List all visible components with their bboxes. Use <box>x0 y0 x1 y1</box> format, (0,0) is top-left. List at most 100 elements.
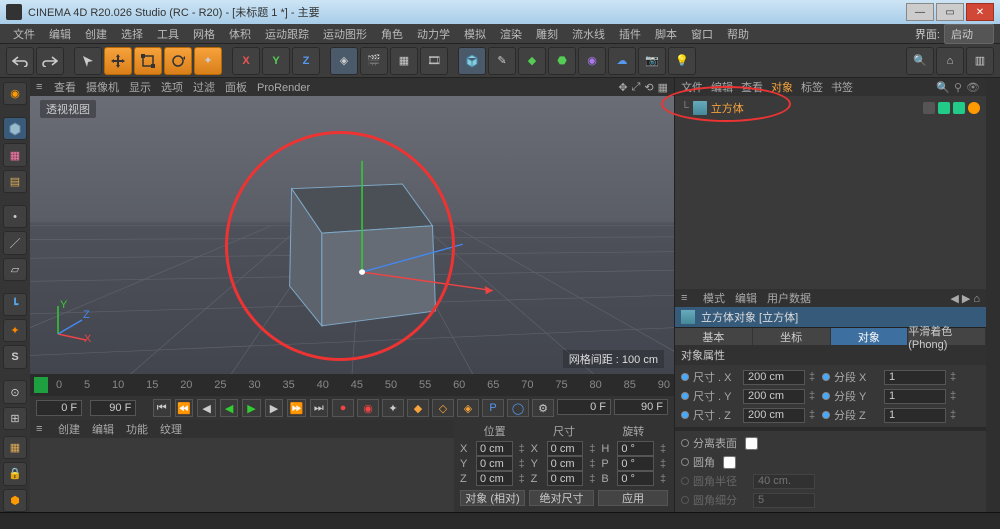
axis-mode[interactable]: ┗ <box>3 293 27 316</box>
menu-雕刻[interactable]: 雕刻 <box>529 24 565 44</box>
attrtab-编辑[interactable]: 编辑 <box>735 293 757 305</box>
field-分段 Z[interactable]: 1 <box>884 408 946 423</box>
pos-Y[interactable]: 0 cm <box>476 456 513 471</box>
maximize-button[interactable]: ▭ <box>936 3 964 21</box>
panel-toggle[interactable]: ▥ <box>966 47 994 75</box>
subtab-坐标[interactable]: 坐标 <box>753 328 831 345</box>
snap-toggle[interactable]: ⊙ <box>3 380 27 403</box>
range-start[interactable]: 0 F <box>36 400 82 416</box>
size-X[interactable]: 0 cm <box>547 441 584 456</box>
menu-窗口[interactable]: 窗口 <box>684 24 720 44</box>
key-param[interactable]: P <box>482 399 504 417</box>
menu-运动图形[interactable]: 运动图形 <box>316 24 374 44</box>
pos-X[interactable]: 0 cm <box>476 441 513 456</box>
range-end[interactable]: 90 F <box>90 400 136 416</box>
workplane-mode[interactable]: ▤ <box>3 170 27 193</box>
key-pla[interactable]: ◯ <box>507 399 529 417</box>
objtab-书签[interactable]: 书签 <box>831 82 853 94</box>
timeline-ruler[interactable]: 051015202530354045505560657075808590 <box>30 374 674 396</box>
viewport-nav-icon[interactable]: ✥ <box>618 81 627 94</box>
param-dot[interactable] <box>822 392 830 400</box>
home-icon[interactable]: ⌂ <box>936 47 964 75</box>
prev-frame[interactable]: ◀ <box>197 399 215 417</box>
menu-模拟[interactable]: 模拟 <box>457 24 493 44</box>
point-mode[interactable]: • <box>3 205 27 228</box>
current-frame[interactable]: 0 F <box>557 399 611 415</box>
material-tab-创建[interactable]: 创建 <box>58 424 80 436</box>
scale-tool[interactable] <box>134 47 162 75</box>
select-tool[interactable] <box>74 47 102 75</box>
param-dot[interactable] <box>681 411 689 419</box>
generator-tool[interactable]: ⬣ <box>548 47 576 75</box>
redo-button[interactable] <box>36 47 64 75</box>
tweak-mode[interactable]: ✦ <box>3 319 27 342</box>
subtab-平滑着色(Phong)[interactable]: 平滑着色(Phong) <box>908 328 986 345</box>
light-tool[interactable]: 💡 <box>668 47 696 75</box>
coord-system[interactable]: ◈ <box>330 47 358 75</box>
menu-编辑[interactable]: 编辑 <box>42 24 78 44</box>
render-view[interactable]: 🎬 <box>360 47 388 75</box>
search-icon[interactable]: 🔍 <box>906 47 934 75</box>
deformer-tool[interactable]: ◉ <box>578 47 606 75</box>
search-icon[interactable]: 🔍 <box>936 81 950 94</box>
key-rot[interactable]: ◈ <box>457 399 479 417</box>
viewport-solo[interactable]: S <box>3 345 27 368</box>
menu-帮助[interactable]: 帮助 <box>720 24 756 44</box>
menu-角色[interactable]: 角色 <box>374 24 410 44</box>
rotate-tool[interactable] <box>164 47 192 75</box>
material-tab-纹理[interactable]: 纹理 <box>160 424 182 436</box>
snap-settings[interactable]: ⊞ <box>3 407 27 430</box>
object-tree[interactable]: └ 立方体 <box>675 96 986 289</box>
material-tab-功能[interactable]: 功能 <box>126 424 148 436</box>
viewport-zoom-icon[interactable]: ⤢ <box>632 81 641 94</box>
menu-脚本[interactable]: 脚本 <box>648 24 684 44</box>
apply-button[interactable]: 应用 <box>598 490 668 506</box>
pos-Z[interactable]: 0 cm <box>476 471 513 486</box>
polygon-mode[interactable]: ▱ <box>3 258 27 281</box>
menu-动力学[interactable]: 动力学 <box>410 24 457 44</box>
attrtab-模式[interactable]: 模式 <box>703 293 725 305</box>
viewtab-摄像机[interactable]: 摄像机 <box>86 82 119 94</box>
param-dot[interactable] <box>681 392 689 400</box>
play-forward[interactable]: ▶ <box>242 399 260 417</box>
viewport-layout-icon[interactable]: ▦ <box>658 81 668 94</box>
menu-工具[interactable]: 工具 <box>150 24 186 44</box>
material-tab-编辑[interactable]: 编辑 <box>92 424 114 436</box>
menu-流水线[interactable]: 流水线 <box>565 24 612 44</box>
content-browser[interactable]: ⬢ <box>3 489 27 512</box>
viewtab-ProRender[interactable]: ProRender <box>257 82 310 94</box>
viewtab-选项[interactable]: 选项 <box>161 82 183 94</box>
play-back[interactable]: ◀ <box>220 399 238 417</box>
key-options[interactable]: ⚙ <box>532 399 554 417</box>
goto-start[interactable]: ⏮ <box>153 399 171 417</box>
field-分段 X[interactable]: 1 <box>884 370 946 385</box>
param-dot[interactable] <box>681 458 689 466</box>
end-frame-2[interactable]: 90 F <box>614 399 668 415</box>
key-sel[interactable]: ✦ <box>382 399 404 417</box>
eye-icon[interactable]: 👁 <box>966 81 980 94</box>
make-editable[interactable]: ◉ <box>3 82 27 105</box>
param-dot[interactable] <box>681 373 689 381</box>
goto-end[interactable]: ⏭ <box>310 399 328 417</box>
prev-key[interactable]: ⏪ <box>175 399 193 417</box>
menu-网格[interactable]: 网格 <box>186 24 222 44</box>
undo-button[interactable] <box>6 47 34 75</box>
menu-选择[interactable]: 选择 <box>114 24 150 44</box>
pen-tool[interactable]: ✎ <box>488 47 516 75</box>
size-mode-select[interactable]: 绝对尺寸 <box>529 490 594 506</box>
record-key[interactable]: ● <box>332 399 354 417</box>
phong-tag[interactable] <box>968 102 980 114</box>
close-button[interactable]: ✕ <box>966 3 994 21</box>
attrtab-用户数据[interactable]: 用户数据 <box>767 293 811 305</box>
camera-tool[interactable]: 📷 <box>638 47 666 75</box>
menu-插件[interactable]: 插件 <box>612 24 648 44</box>
viewtab-面板[interactable]: 面板 <box>225 82 247 94</box>
cube-primitive[interactable] <box>458 47 486 75</box>
viewtab-过滤[interactable]: 过滤 <box>193 82 215 94</box>
field-尺寸 . X[interactable]: 200 cm <box>743 370 805 385</box>
layer-tag[interactable] <box>923 102 935 114</box>
material-manager[interactable]: ▦ <box>3 436 27 459</box>
viewtab-显示[interactable]: 显示 <box>129 82 151 94</box>
menu-创建[interactable]: 创建 <box>78 24 114 44</box>
subtab-对象[interactable]: 对象 <box>831 328 909 345</box>
